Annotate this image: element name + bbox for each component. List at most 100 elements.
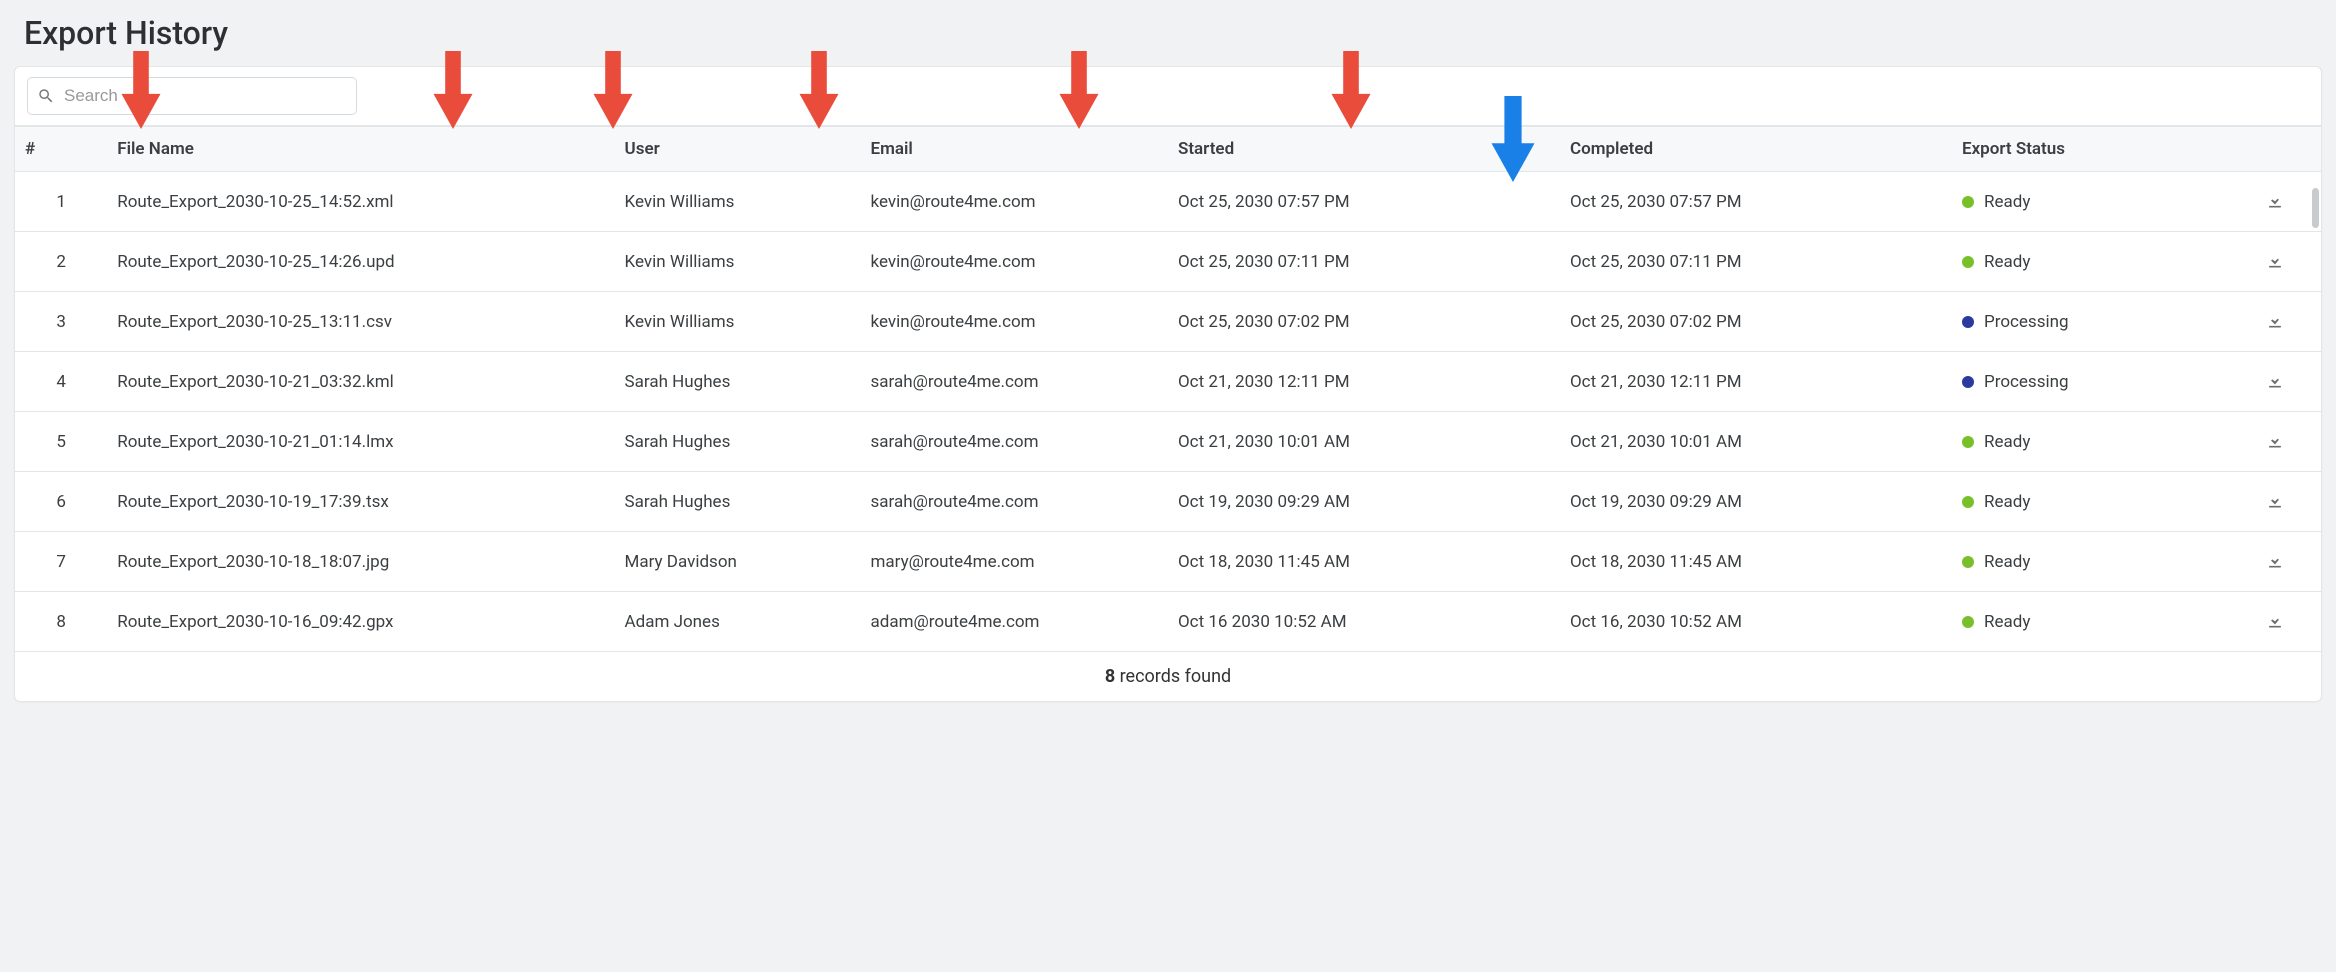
cell-status: Ready [1952,592,2229,652]
status-text: Ready [1984,432,2030,452]
col-header-file[interactable]: File Name [107,127,614,172]
cell-number: 1 [15,172,107,232]
table-row[interactable]: 4Route_Export_2030-10-21_03:32.kmlSarah … [15,352,2321,412]
cell-user: Sarah Hughes [615,472,861,532]
download-button[interactable] [2261,186,2289,217]
cell-completed: Oct 25, 2030 07:57 PM [1560,172,1952,232]
cell-user: Mary Davidson [615,532,861,592]
cell-completed: Oct 19, 2030 09:29 AM [1560,472,1952,532]
search-input[interactable] [27,77,357,115]
col-header-started[interactable]: Started [1168,127,1560,172]
cell-download [2229,592,2321,652]
download-button[interactable] [2261,606,2289,637]
status-text: Processing [1984,372,2069,392]
cell-email: sarah@route4me.com [861,472,1168,532]
col-header-download [2229,127,2321,172]
cell-number: 7 [15,532,107,592]
download-icon [2265,250,2285,273]
cell-user: Kevin Williams [615,172,861,232]
table-row[interactable]: 1Route_Export_2030-10-25_14:52.xmlKevin … [15,172,2321,232]
cell-started: Oct 25, 2030 07:11 PM [1168,232,1560,292]
cell-user: Sarah Hughes [615,412,861,472]
cell-download [2229,412,2321,472]
cell-email: sarah@route4me.com [861,412,1168,472]
cell-email: kevin@route4me.com [861,292,1168,352]
table-row[interactable]: 5Route_Export_2030-10-21_01:14.lmxSarah … [15,412,2321,472]
cell-completed: Oct 16, 2030 10:52 AM [1560,592,1952,652]
cell-email: kevin@route4me.com [861,172,1168,232]
cell-completed: Oct 18, 2030 11:45 AM [1560,532,1952,592]
col-header-status[interactable]: Export Status [1952,127,2229,172]
col-header-number[interactable]: # [15,127,107,172]
status-dot-icon [1962,556,1974,568]
cell-started: Oct 18, 2030 11:45 AM [1168,532,1560,592]
cell-email: kevin@route4me.com [861,232,1168,292]
cell-started: Oct 21, 2030 10:01 AM [1168,412,1560,472]
download-button[interactable] [2261,246,2289,277]
cell-started: Oct 25, 2030 07:57 PM [1168,172,1560,232]
status-dot-icon [1962,196,1974,208]
cell-user: Kevin Williams [615,232,861,292]
cell-status: Ready [1952,232,2229,292]
page-title: Export History [24,14,2322,52]
download-icon [2265,550,2285,573]
status-text: Ready [1984,192,2030,212]
cell-download [2229,292,2321,352]
download-icon [2265,490,2285,513]
cell-email: adam@route4me.com [861,592,1168,652]
table-row[interactable]: 3Route_Export_2030-10-25_13:11.csvKevin … [15,292,2321,352]
cell-file: Route_Export_2030-10-19_17:39.tsx [107,472,614,532]
scrollbar[interactable] [2312,188,2319,228]
cell-number: 6 [15,472,107,532]
cell-download [2229,472,2321,532]
cell-user: Adam Jones [615,592,861,652]
table-row[interactable]: 8Route_Export_2030-10-16_09:42.gpxAdam J… [15,592,2321,652]
records-footer: 8 records found [15,652,2321,701]
download-icon [2265,190,2285,213]
export-history-table: # File Name User Email Started Completed… [15,126,2321,652]
col-header-completed[interactable]: Completed [1560,127,1952,172]
cell-download [2229,232,2321,292]
cell-file: Route_Export_2030-10-21_01:14.lmx [107,412,614,472]
cell-number: 4 [15,352,107,412]
cell-number: 8 [15,592,107,652]
status-text: Ready [1984,252,2030,272]
col-header-user[interactable]: User [615,127,861,172]
status-dot-icon [1962,616,1974,628]
col-header-email[interactable]: Email [861,127,1168,172]
cell-email: sarah@route4me.com [861,352,1168,412]
cell-user: Sarah Hughes [615,352,861,412]
cell-file: Route_Export_2030-10-25_13:11.csv [107,292,614,352]
status-text: Ready [1984,492,2030,512]
cell-status: Processing [1952,352,2229,412]
cell-number: 2 [15,232,107,292]
cell-file: Route_Export_2030-10-16_09:42.gpx [107,592,614,652]
download-icon [2265,370,2285,393]
table-row[interactable]: 7Route_Export_2030-10-18_18:07.jpgMary D… [15,532,2321,592]
status-dot-icon [1962,256,1974,268]
download-button[interactable] [2261,486,2289,517]
table-row[interactable]: 6Route_Export_2030-10-19_17:39.tsxSarah … [15,472,2321,532]
status-dot-icon [1962,316,1974,328]
cell-number: 5 [15,412,107,472]
download-button[interactable] [2261,546,2289,577]
cell-file: Route_Export_2030-10-18_18:07.jpg [107,532,614,592]
download-button[interactable] [2261,426,2289,457]
status-text: Ready [1984,612,2030,632]
cell-completed: Oct 25, 2030 07:11 PM [1560,232,1952,292]
download-icon [2265,430,2285,453]
table-row[interactable]: 2Route_Export_2030-10-25_14:26.updKevin … [15,232,2321,292]
cell-status: Processing [1952,292,2229,352]
download-button[interactable] [2261,306,2289,337]
status-dot-icon [1962,496,1974,508]
cell-status: Ready [1952,172,2229,232]
cell-download [2229,172,2321,232]
cell-file: Route_Export_2030-10-25_14:26.upd [107,232,614,292]
cell-download [2229,532,2321,592]
toolbar [15,67,2321,126]
download-button[interactable] [2261,366,2289,397]
cell-status: Ready [1952,412,2229,472]
export-history-panel: # File Name User Email Started Completed… [14,66,2322,702]
cell-completed: Oct 21, 2030 10:01 AM [1560,412,1952,472]
cell-number: 3 [15,292,107,352]
